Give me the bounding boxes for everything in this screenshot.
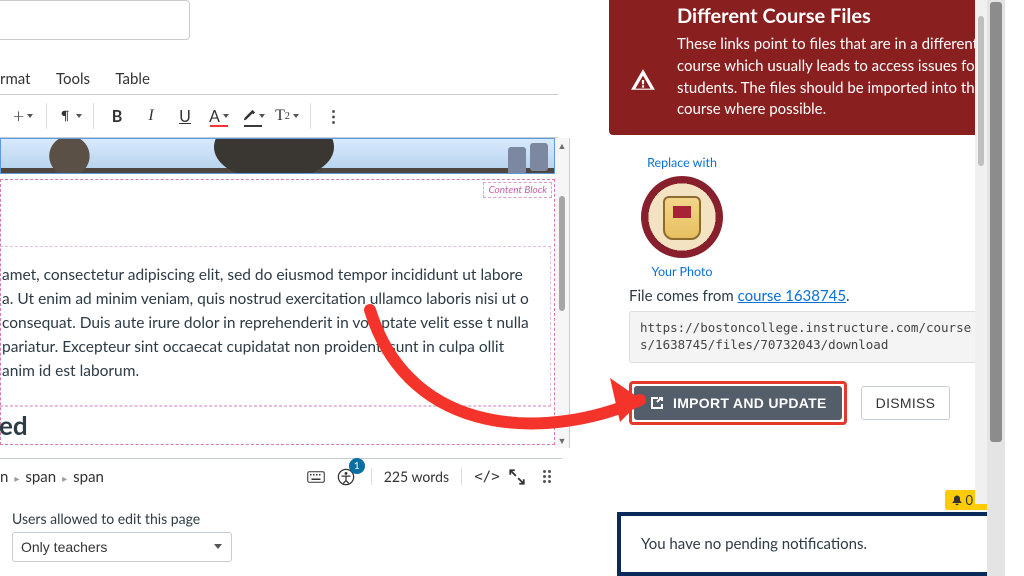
replace-caption: Your Photo (641, 264, 723, 279)
menu-tools[interactable]: Tools (56, 70, 90, 88)
permissions-label: Users allowed to edit this page (12, 510, 200, 527)
a11y-badge: 1 (349, 458, 365, 474)
hero-image[interactable] (0, 138, 555, 174)
drag-handle-icon[interactable] (532, 462, 562, 492)
panel-scrollbar[interactable] (975, 0, 987, 504)
replace-label: Replace with (641, 155, 723, 170)
content-block[interactable]: Content Block amet, consectetur adipisci… (0, 179, 555, 445)
a11y-icon[interactable]: 1 (331, 462, 361, 492)
permissions-select[interactable]: Only teachers (12, 532, 232, 562)
word-count[interactable]: 225 words (371, 468, 462, 485)
scroll-thumb[interactable] (559, 196, 565, 311)
bell-icon (951, 494, 963, 506)
file-url[interactable]: https://bostoncollege.instructure.com/co… (629, 311, 985, 363)
editor-pane: rmat Tools Table + B I U A T2 ⋮ (0, 0, 580, 576)
page-title-input[interactable] (0, 0, 190, 40)
toolbar-more-button[interactable]: ⋮ (317, 99, 351, 133)
import-highlight: IMPORT AND UPDATE (629, 381, 847, 425)
replace-card: Replace with Your Photo (629, 149, 735, 285)
scroll-down-icon[interactable]: ▼ (557, 435, 567, 446)
editor-scrollbar[interactable]: ▲ ▼ (555, 138, 569, 448)
highlight-button[interactable] (236, 99, 270, 133)
notification-message: You have no pending notifications. (641, 535, 867, 553)
content-block-label: Content Block (483, 182, 552, 198)
course-link[interactable]: course 1638745 (738, 287, 846, 305)
seal-image (641, 176, 723, 258)
warning-card: Different Course Files These links point… (609, 0, 1005, 135)
editor-status-bar: n▸span▸span 1 225 words </> (0, 458, 562, 494)
import-icon (649, 395, 665, 411)
superscript-button[interactable]: T2 (270, 99, 304, 133)
heading-fragment[interactable]: ed (0, 406, 551, 444)
fullscreen-icon[interactable] (502, 462, 532, 492)
window-scrollbar[interactable] (987, 0, 1005, 576)
warning-icon (630, 67, 656, 93)
paragraph-style-button[interactable] (53, 99, 87, 133)
scroll-up-icon[interactable]: ▲ (557, 140, 567, 151)
dismiss-button[interactable]: DISMISS (861, 386, 951, 420)
file-source-line: File comes from course 1638745. (629, 287, 985, 305)
editor-canvas[interactable]: Content Block amet, consectetur adipisci… (0, 138, 555, 448)
breadcrumb[interactable]: n▸span▸span (0, 468, 104, 486)
italic-button[interactable]: I (134, 99, 168, 133)
warning-title: Different Course Files (677, 4, 987, 28)
bold-button[interactable]: B (100, 99, 134, 133)
notification-panel: You have no pending notifications. (617, 512, 997, 576)
warning-body: These links point to files that are in a… (677, 34, 987, 121)
lorem-text[interactable]: amet, consectetur adipiscing elit, sed d… (2, 263, 538, 383)
underline-button[interactable]: U (168, 99, 202, 133)
import-update-button[interactable]: IMPORT AND UPDATE (634, 386, 842, 420)
menu-table[interactable]: Table (115, 70, 149, 88)
text-color-button[interactable]: A (202, 99, 236, 133)
issue-panel: Different Course Files These links point… (609, 0, 1005, 576)
editor-toolbar: + B I U A T2 ⋮ (0, 94, 558, 138)
font-size-button[interactable]: + (6, 99, 40, 133)
editor-menu: rmat Tools Table (0, 70, 172, 88)
html-view-icon[interactable]: </> (472, 462, 502, 492)
menu-format[interactable]: rmat (0, 70, 31, 88)
keyboard-icon[interactable] (301, 462, 331, 492)
